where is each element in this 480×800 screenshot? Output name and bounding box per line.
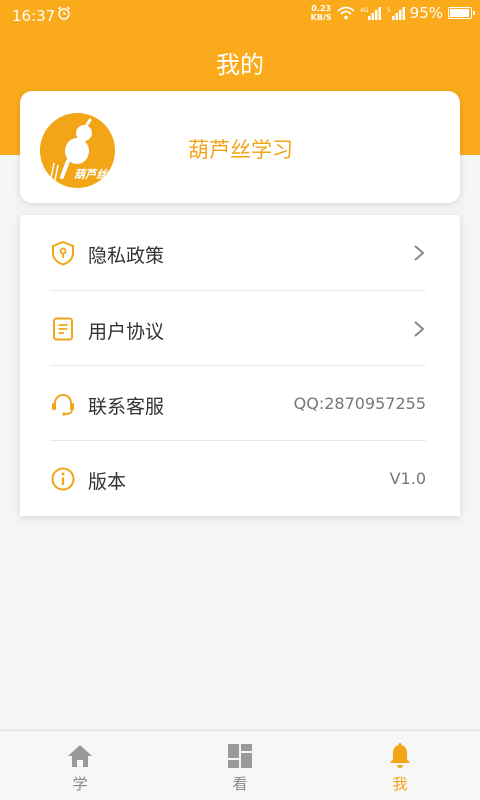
battery-percent: 95% [409, 4, 443, 22]
status-bar: 16:37 0.23 KB/S 4G 5 95% [0, 0, 480, 32]
menu-item-label: 用户协议 [88, 321, 165, 343]
tab-label: 学 [72, 775, 88, 793]
grid-icon [228, 744, 252, 768]
signal-1-label: 4G [360, 7, 369, 14]
menu-item-version[interactable]: 版本 V1.0 [50, 441, 426, 516]
headset-icon [52, 394, 74, 416]
tab-label: 看 [232, 775, 248, 793]
info-icon [51, 467, 75, 491]
bell-icon [390, 743, 410, 768]
menu-card: 隐私政策 用户协议 联系客服 QQ:2870957255 版本 V1.0 [20, 215, 460, 516]
version-value: V1.0 [389, 469, 426, 488]
tab-watch[interactable]: 看 [160, 731, 320, 800]
menu-item-label: 联系客服 [88, 396, 165, 418]
net-speed-value: 0.23 [311, 4, 332, 13]
wifi-icon [337, 6, 355, 20]
battery-icon [448, 7, 475, 19]
home-icon [68, 745, 92, 767]
menu-item-privacy-policy[interactable]: 隐私政策 [50, 215, 426, 290]
status-indicators: 0.23 KB/S 4G 5 95% [311, 4, 475, 22]
tab-learn[interactable]: 学 [0, 731, 160, 800]
profile-name: 葫芦丝学习 [188, 138, 293, 162]
tab-me[interactable]: 我 [320, 731, 480, 800]
page-title: 我的 [216, 51, 264, 79]
signal-2-label: 5 [387, 7, 391, 14]
menu-item-label: 隐私政策 [88, 245, 165, 267]
avatar[interactable]: 葫芦丝 [40, 113, 115, 188]
shield-icon [52, 240, 74, 266]
tab-label: 我 [392, 775, 408, 793]
chevron-right-icon [414, 321, 425, 337]
cell-signal-2-icon: 5 [387, 7, 405, 20]
document-icon [53, 317, 73, 341]
avatar-text: 葫芦丝 [74, 168, 107, 181]
net-speed: 0.23 KB/S [311, 4, 332, 22]
contact-qq-value: QQ:2870957255 [293, 394, 426, 413]
chevron-right-icon [414, 245, 425, 261]
menu-item-label: 版本 [88, 471, 127, 493]
profile-card[interactable]: 葫芦丝 葫芦丝学习 [20, 91, 460, 203]
bottom-tab-bar: 学 看 我 [0, 730, 480, 800]
menu-item-user-agreement[interactable]: 用户协议 [50, 291, 426, 366]
alarm-icon [58, 6, 70, 20]
menu-item-customer-service[interactable]: 联系客服 QQ:2870957255 [50, 366, 426, 441]
net-speed-unit: KB/S [310, 13, 332, 22]
cell-signal-1-icon: 4G [360, 7, 381, 20]
status-time: 16:37 [12, 7, 56, 25]
